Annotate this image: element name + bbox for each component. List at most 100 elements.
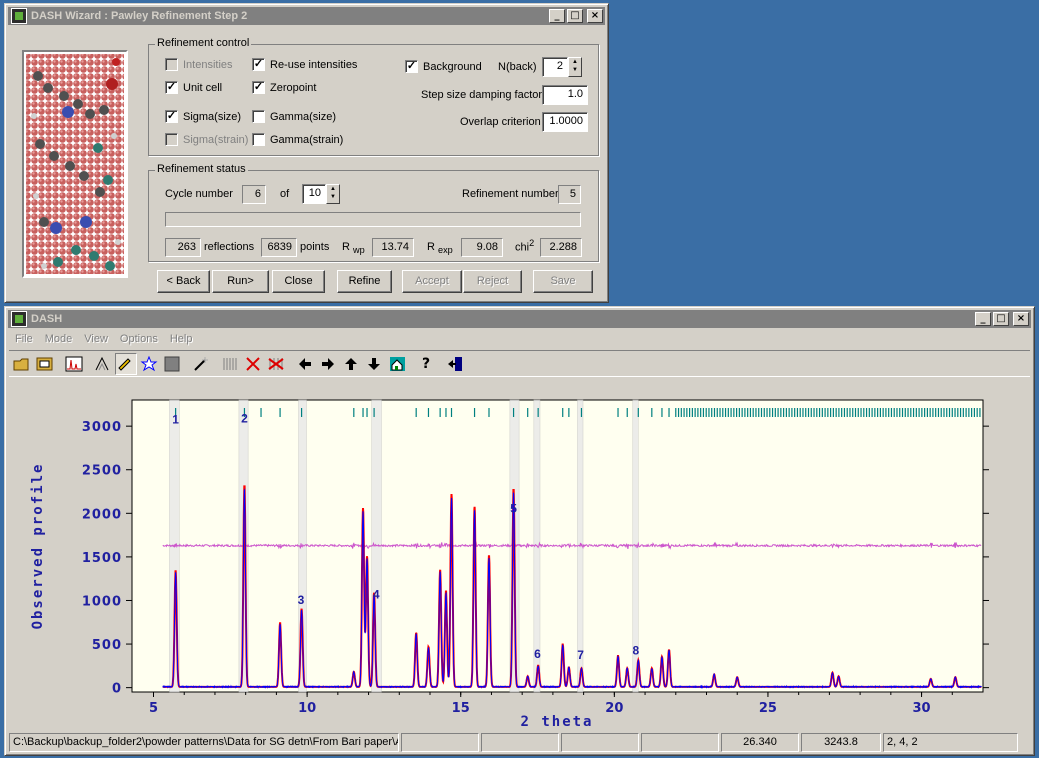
status-pane-4 [641,733,719,752]
points-value: 6839 [261,238,297,257]
pattern-icon[interactable] [63,353,85,375]
status-bar: C:\Backup\backup_folder2\powder patterns… [9,733,1030,752]
chi2-value: 2.288 [540,238,582,257]
sigma-size-check-box[interactable]: ✓ [165,110,178,123]
close-window-button[interactable]: × [587,9,603,23]
menu-mode[interactable]: Mode [39,331,79,349]
zeropoint-checkbox[interactable]: ✓ Zeropoint [252,81,316,94]
step-damping-label: Step size damping factor [421,89,543,101]
gamma-size-checkbox[interactable]: Gamma(size) [252,110,336,123]
unit-cell-label: Unit cell [183,81,223,94]
main-minimize-button[interactable]: _ [975,312,991,326]
refine-button[interactable]: Refine [337,270,392,293]
wizard-title: DASH Wizard : Pawley Refinement Step 2 [31,10,248,22]
background-checkbox[interactable]: ✓ Background [405,60,482,73]
pencil-icon[interactable] [115,352,137,375]
background-check-box[interactable]: ✓ [405,60,418,73]
rexp-subscript: exp [438,245,453,256]
run-button[interactable]: Run> [212,270,269,293]
arrow-up-icon[interactable] [340,353,362,375]
reuse-intensities-check-box[interactable]: ✓ [252,58,265,71]
y-tick-label: 500 [92,638,122,653]
status-pane-1 [401,733,479,752]
gamma-size-check-box[interactable] [252,110,265,123]
region-label: 3 [298,593,305,607]
zeropoint-check-box[interactable]: ✓ [252,81,265,94]
clear-icon[interactable] [265,353,287,375]
arrow-right-icon[interactable] [317,353,339,375]
save-button[interactable]: Save [533,270,593,293]
rwp-value: 13.74 [372,238,414,257]
menu-file[interactable]: File [9,331,39,349]
main-toolbar: ? [9,350,1030,377]
max-cycles-input[interactable]: 10 [302,184,326,204]
nback-spinner[interactable]: ▲ ▼ [568,57,582,77]
refinement-progress-bar [165,212,581,227]
region-label: 4 [373,588,380,602]
dash-titlebar[interactable]: DASH _ □ × [8,310,1031,328]
wand-icon[interactable] [190,353,212,375]
main-close-button[interactable]: × [1013,312,1029,326]
crystal-structure-graphic [26,54,124,274]
sigma-strain-checkbox: Sigma(strain) [165,133,248,146]
status-x-coordinate: 26.340 [721,733,799,752]
menu-options[interactable]: Options [114,331,164,349]
sigma-size-checkbox[interactable]: ✓ Sigma(size) [165,110,241,123]
menu-help[interactable]: Help [164,331,199,349]
of-label: of [280,188,290,200]
reject-button[interactable]: Reject [463,270,522,293]
unit-cell-check-box[interactable]: ✓ [165,81,178,94]
star-icon[interactable] [138,353,160,375]
gamma-strain-check-box[interactable] [252,133,265,146]
exit-icon[interactable] [444,353,466,375]
overlap-criterion-input[interactable]: 1.0000 [542,112,588,132]
status-file-path: C:\Backup\backup_folder2\powder patterns… [9,733,399,752]
nback-input[interactable]: 2 [542,57,568,77]
sigma-strain-label: Sigma(strain) [183,133,249,146]
region-label: 6 [534,647,541,661]
arrow-down-icon[interactable] [363,353,385,375]
menu-view[interactable]: View [78,331,114,349]
step-damping-input[interactable]: 1.0 [542,85,588,105]
x-tick-label: 30 [913,701,931,716]
home-icon[interactable] [386,353,408,375]
region-label: 7 [577,648,584,662]
y-tick-label: 1000 [82,594,122,609]
help-icon[interactable]: ? [415,353,437,375]
unit-cell-checkbox[interactable]: ✓ Unit cell [165,81,222,94]
cycle-number-value: 6 [242,185,266,204]
arrow-left-icon[interactable] [294,353,316,375]
peak-fit-icon[interactable] [92,353,114,375]
plot-area[interactable]: 1 2 3 4 5 6 7 8 5 10 15 20 25 30 0 500 1000 1500 2000 250… [9,378,1030,738]
stop-icon[interactable] [161,353,183,375]
y-tick-label: 1500 [82,551,122,566]
back-button[interactable]: < Back [157,270,210,293]
gamma-strain-checkbox[interactable]: Gamma(strain) [252,133,343,146]
x-tick-label: 15 [452,701,470,716]
gamma-size-label: Gamma(size) [270,110,337,123]
accept-button[interactable]: Accept [402,270,462,293]
minimize-button[interactable]: _ [549,9,565,23]
gamma-strain-label: Gamma(strain) [270,133,344,146]
refinement-status-legend: Refinement status [155,163,248,175]
wizard-titlebar[interactable]: DASH Wizard : Pawley Refinement Step 2 _… [8,7,605,25]
maximize-button[interactable]: □ [567,9,583,23]
dash-app-icon [11,8,27,24]
delete-icon[interactable] [242,353,264,375]
region-label: 1 [172,413,179,427]
powder-pattern-chart[interactable]: 1 2 3 4 5 6 7 8 5 10 15 20 25 30 0 500 1000 1500 2000 250… [9,378,1032,738]
open-file-icon[interactable] [11,353,33,375]
main-maximize-button[interactable]: □ [993,312,1009,326]
max-cycles-spinner[interactable]: ▲ ▼ [326,184,340,204]
grid-icon[interactable] [219,353,241,375]
close-button[interactable]: Close [272,270,325,293]
y-tick-label: 2500 [82,464,122,479]
wizard-window: DASH Wizard : Pawley Refinement Step 2 _… [4,3,609,303]
rexp-value: 9.08 [461,238,503,257]
reuse-intensities-checkbox[interactable]: ✓ Re-use intensities [252,58,357,71]
y-axis-label: Observed profile [30,463,46,630]
refinement-control-group: Refinement control Intensities ✓ Re-use … [148,37,599,156]
open-project-icon[interactable] [34,353,56,375]
sigma-strain-check-box [165,133,178,146]
reflections-value: 263 [165,238,201,257]
